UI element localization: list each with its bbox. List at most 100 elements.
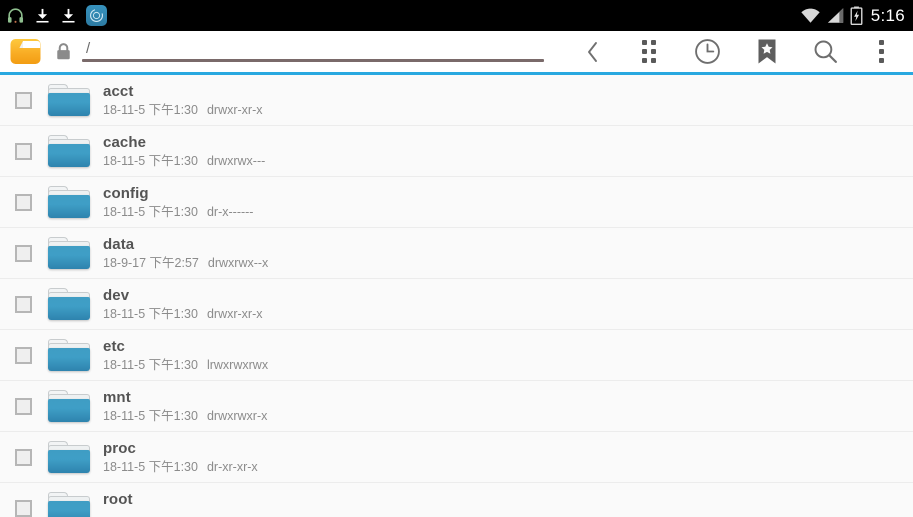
file-meta: 18-11-5 下午1:30 drwxr-xr-x bbox=[103, 306, 913, 322]
file-select-checkbox[interactable] bbox=[15, 295, 32, 313]
folder-icon bbox=[47, 237, 101, 269]
file-permissions: dr-x------ bbox=[206, 204, 254, 219]
file-info: acct 18-11-5 下午1:30 drwxr-xr-x bbox=[101, 83, 913, 118]
folder-icon bbox=[47, 135, 101, 167]
file-select-checkbox-cell bbox=[0, 295, 47, 313]
file-row[interactable]: root bbox=[0, 483, 913, 517]
status-bar-system: 5:16 bbox=[800, 6, 905, 25]
file-date: 18-11-5 下午1:30 bbox=[103, 102, 198, 117]
folder-icon[interactable] bbox=[10, 38, 41, 65]
bookmarks-button[interactable] bbox=[737, 31, 796, 72]
file-permissions: drwxrwxr-x bbox=[206, 408, 268, 423]
file-name: etc bbox=[103, 337, 125, 355]
file-date: 18-11-5 下午1:30 bbox=[103, 204, 198, 219]
file-meta bbox=[103, 510, 913, 517]
file-select-checkbox[interactable] bbox=[15, 244, 32, 262]
file-name: acct bbox=[103, 82, 134, 100]
download-icon bbox=[34, 7, 51, 25]
folder-icon bbox=[47, 390, 101, 422]
file-row[interactable]: etc 18-11-5 下午1:30 lrwxrwxrwx bbox=[0, 330, 913, 381]
folder-icon bbox=[47, 288, 101, 320]
file-date: 18-11-5 下午1:30 bbox=[103, 408, 198, 423]
file-select-checkbox[interactable] bbox=[15, 142, 32, 160]
file-info: cache 18-11-5 下午1:30 drwxrwx--- bbox=[101, 134, 913, 169]
headphones-icon bbox=[6, 6, 25, 25]
file-name: dev bbox=[103, 286, 130, 304]
path-input-value: / bbox=[86, 39, 91, 57]
search-button[interactable] bbox=[796, 31, 855, 72]
toolbar-actions bbox=[567, 31, 907, 72]
file-row[interactable]: acct 18-11-5 下午1:30 drwxr-xr-x bbox=[0, 75, 913, 126]
view-mode-button[interactable] bbox=[619, 31, 678, 72]
file-select-checkbox-cell bbox=[0, 91, 47, 109]
file-select-checkbox[interactable] bbox=[15, 397, 32, 415]
file-row[interactable]: proc 18-11-5 下午1:30 dr-xr-xr-x bbox=[0, 432, 913, 483]
folder-icon bbox=[47, 492, 101, 517]
file-meta: 18-9-17 下午2:57 drwxrwx--x bbox=[103, 255, 913, 271]
file-date: 18-11-5 下午1:30 bbox=[103, 459, 198, 474]
clock-icon bbox=[695, 39, 720, 64]
file-name: mnt bbox=[103, 388, 131, 406]
file-date: 18-11-5 下午1:30 bbox=[103, 357, 198, 372]
path-input-underline bbox=[82, 58, 544, 62]
folder-icon bbox=[47, 186, 101, 218]
file-select-checkbox-cell bbox=[0, 346, 47, 364]
more-vertical-icon bbox=[878, 40, 884, 63]
battery-charging-icon bbox=[850, 6, 863, 25]
file-meta: 18-11-5 下午1:30 dr-xr-xr-x bbox=[103, 459, 913, 475]
file-select-checkbox-cell bbox=[0, 244, 47, 262]
file-name: proc bbox=[103, 439, 136, 457]
toolbar: / bbox=[0, 31, 913, 72]
file-permissions: drwxr-xr-x bbox=[206, 102, 263, 117]
file-permissions: lrwxrwxrwx bbox=[206, 357, 269, 372]
file-select-checkbox[interactable] bbox=[15, 448, 32, 466]
file-select-checkbox[interactable] bbox=[15, 346, 32, 364]
status-bar-notifications bbox=[6, 5, 107, 26]
file-permissions: drwxrwx--- bbox=[206, 153, 266, 168]
file-select-checkbox-cell bbox=[0, 499, 47, 517]
file-meta: 18-11-5 下午1:30 drwxrwxr-x bbox=[103, 408, 913, 424]
file-row[interactable]: cache 18-11-5 下午1:30 drwxrwx--- bbox=[0, 126, 913, 177]
file-meta: 18-11-5 下午1:30 drwxr-xr-x bbox=[103, 102, 913, 118]
bookmark-star-icon bbox=[758, 39, 775, 64]
folder-icon bbox=[47, 441, 101, 473]
file-name: data bbox=[103, 235, 135, 253]
file-meta: 18-11-5 下午1:30 dr-x------ bbox=[103, 204, 913, 220]
file-date: 18-11-5 下午1:30 bbox=[103, 306, 198, 321]
file-permissions: drwxrwx--x bbox=[207, 255, 269, 270]
download-icon bbox=[60, 7, 77, 25]
search-icon bbox=[814, 40, 837, 63]
file-meta: 18-11-5 下午1:30 lrwxrwxrwx bbox=[103, 357, 913, 373]
file-row[interactable]: dev 18-11-5 下午1:30 drwxr-xr-x bbox=[0, 279, 913, 330]
file-info: root bbox=[101, 491, 913, 517]
file-info: mnt 18-11-5 下午1:30 drwxrwxr-x bbox=[101, 389, 913, 424]
file-row[interactable]: mnt 18-11-5 下午1:30 drwxrwxr-x bbox=[0, 381, 913, 432]
file-manager-screen: 5:16 / acct 18-11-5 下午1:30 drwxr-xr-x ca… bbox=[0, 0, 913, 517]
file-info: proc 18-11-5 下午1:30 dr-xr-xr-x bbox=[101, 440, 913, 475]
file-select-checkbox[interactable] bbox=[15, 193, 32, 211]
signal-icon bbox=[826, 7, 845, 24]
file-select-checkbox-cell bbox=[0, 193, 47, 211]
lock-icon[interactable] bbox=[50, 42, 76, 61]
file-info: data 18-9-17 下午2:57 drwxrwx--x bbox=[101, 236, 913, 271]
folder-icon bbox=[47, 339, 101, 371]
file-row[interactable]: config 18-11-5 下午1:30 dr-x------ bbox=[0, 177, 913, 228]
file-name: root bbox=[103, 490, 133, 508]
back-button[interactable] bbox=[567, 31, 619, 72]
file-name: config bbox=[103, 184, 149, 202]
file-list[interactable]: acct 18-11-5 下午1:30 drwxr-xr-x cache 18-11-5… bbox=[0, 75, 913, 517]
file-info: config 18-11-5 下午1:30 dr-x------ bbox=[101, 185, 913, 220]
path-input[interactable]: / bbox=[82, 38, 552, 66]
file-row[interactable]: data 18-9-17 下午2:57 drwxrwx--x bbox=[0, 228, 913, 279]
grid-dots-icon bbox=[641, 40, 656, 63]
app-notification-icon bbox=[86, 5, 107, 26]
status-bar: 5:16 bbox=[0, 0, 913, 31]
file-date: 18-11-5 下午1:30 bbox=[103, 153, 198, 168]
file-select-checkbox[interactable] bbox=[15, 499, 32, 517]
file-date: 18-9-17 下午2:57 bbox=[103, 255, 199, 270]
file-select-checkbox[interactable] bbox=[15, 91, 32, 109]
overflow-menu-button[interactable] bbox=[855, 31, 907, 72]
history-button[interactable] bbox=[678, 31, 737, 72]
status-bar-clock: 5:16 bbox=[870, 6, 905, 25]
file-meta: 18-11-5 下午1:30 drwxrwx--- bbox=[103, 153, 913, 169]
